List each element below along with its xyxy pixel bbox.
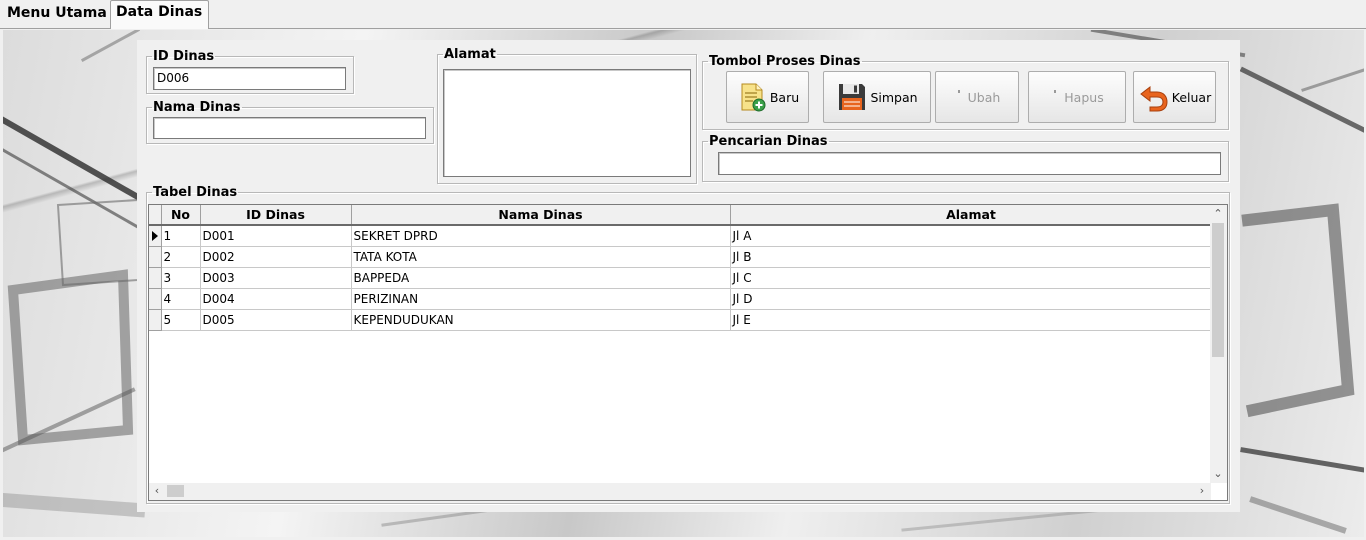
scroll-left-icon[interactable]: ‹: [150, 484, 164, 498]
delete-icon: [1050, 81, 1062, 113]
vertical-scroll-thumb[interactable]: [1212, 223, 1224, 357]
cell-nama-dinas[interactable]: BAPPEDA: [351, 267, 731, 289]
cell-alamat[interactable]: Jl B: [730, 246, 1213, 268]
row-selector[interactable]: [149, 267, 162, 289]
id-dinas-legend: ID Dinas: [153, 49, 215, 64]
dinas-data-grid[interactable]: No ID Dinas Nama Dinas Alamat 1 D001 SEK…: [148, 204, 1228, 501]
cell-nama-dinas[interactable]: PERIZINAN: [351, 288, 731, 310]
row-selector[interactable]: [149, 288, 162, 310]
cell-no[interactable]: 3: [161, 267, 201, 289]
column-header-alamat[interactable]: Alamat: [730, 205, 1213, 226]
nama-dinas-field[interactable]: [153, 117, 426, 139]
edit-icon: [954, 81, 966, 113]
keluar-button[interactable]: Keluar: [1133, 71, 1216, 123]
cell-alamat[interactable]: Jl A: [730, 225, 1213, 247]
cell-nama-dinas[interactable]: SEKRET DPRD: [351, 225, 731, 247]
tab-strip: Menu Utama Data Dinas: [0, 0, 1366, 29]
current-row-arrow-icon: [152, 231, 158, 241]
tab-data-dinas[interactable]: Data Dinas: [110, 0, 209, 29]
table-row[interactable]: 1 D001 SEKRET DPRD Jl A: [149, 225, 1213, 247]
cell-no[interactable]: 4: [161, 288, 201, 310]
tabel-dinas-legend: Tabel Dinas: [153, 185, 238, 200]
cell-id-dinas[interactable]: D003: [200, 267, 352, 289]
column-header-no[interactable]: No: [161, 205, 201, 226]
floppy-disk-icon: [836, 81, 868, 113]
table-header-row: No ID Dinas Nama Dinas Alamat: [149, 205, 1213, 226]
baru-label: Baru: [769, 89, 800, 105]
cell-id-dinas[interactable]: D004: [200, 288, 352, 310]
hapus-button[interactable]: Hapus: [1028, 71, 1126, 123]
exit-arrow-icon: [1138, 81, 1170, 113]
simpan-label: Simpan: [870, 89, 918, 105]
pencarian-dinas-legend: Pencarian Dinas: [709, 134, 828, 149]
pencarian-dinas-field[interactable]: [718, 152, 1221, 175]
cell-no[interactable]: 5: [161, 309, 201, 331]
id-dinas-field[interactable]: D006: [153, 67, 346, 90]
row-selector-header: [149, 205, 162, 226]
cell-alamat[interactable]: Jl D: [730, 288, 1213, 310]
table-row[interactable]: 3 D003 BAPPEDA Jl C: [149, 267, 1213, 289]
row-selector[interactable]: [149, 225, 162, 247]
scroll-up-icon[interactable]: ⌃: [1211, 207, 1225, 221]
column-header-nama-dinas[interactable]: Nama Dinas: [351, 205, 731, 226]
alamat-legend: Alamat: [444, 47, 496, 62]
ubah-label: Ubah: [967, 89, 1001, 105]
table-row[interactable]: 2 D002 TATA KOTA Jl B: [149, 246, 1213, 268]
cell-nama-dinas[interactable]: KEPENDUDUKAN: [351, 309, 731, 331]
horizontal-scroll-thumb[interactable]: [167, 485, 184, 497]
cell-id-dinas[interactable]: D002: [200, 246, 352, 268]
baru-button[interactable]: Baru: [726, 71, 809, 123]
cell-nama-dinas[interactable]: TATA KOTA: [351, 246, 731, 268]
column-header-id-dinas[interactable]: ID Dinas: [200, 205, 352, 226]
tombol-proses-legend: Tombol Proses Dinas: [709, 54, 861, 69]
hapus-label: Hapus: [1064, 89, 1104, 105]
new-document-icon: [736, 81, 768, 113]
cell-alamat[interactable]: Jl E: [730, 309, 1213, 331]
cell-id-dinas[interactable]: D001: [200, 225, 352, 247]
alamat-field[interactable]: [443, 69, 691, 177]
nama-dinas-legend: Nama Dinas: [153, 100, 241, 115]
table-row[interactable]: 4 D004 PERIZINAN Jl D: [149, 288, 1213, 310]
scroll-right-icon[interactable]: ›: [1195, 484, 1209, 498]
simpan-button[interactable]: Simpan: [823, 71, 931, 123]
vertical-scrollbar[interactable]: ⌃ ⌄: [1210, 205, 1227, 483]
keluar-label: Keluar: [1171, 89, 1212, 105]
horizontal-scrollbar[interactable]: ‹ ›: [149, 483, 1211, 500]
row-selector[interactable]: [149, 246, 162, 268]
scroll-down-icon[interactable]: ⌄: [1211, 467, 1225, 481]
cell-alamat[interactable]: Jl C: [730, 267, 1213, 289]
row-selector[interactable]: [149, 309, 162, 331]
cell-id-dinas[interactable]: D005: [200, 309, 352, 331]
ubah-button[interactable]: Ubah: [935, 71, 1019, 123]
tab-menu-utama[interactable]: Menu Utama: [2, 2, 108, 26]
cell-no[interactable]: 1: [161, 225, 201, 247]
cell-no[interactable]: 2: [161, 246, 201, 268]
table-row[interactable]: 5 D005 KEPENDUDUKAN Jl E: [149, 309, 1213, 331]
